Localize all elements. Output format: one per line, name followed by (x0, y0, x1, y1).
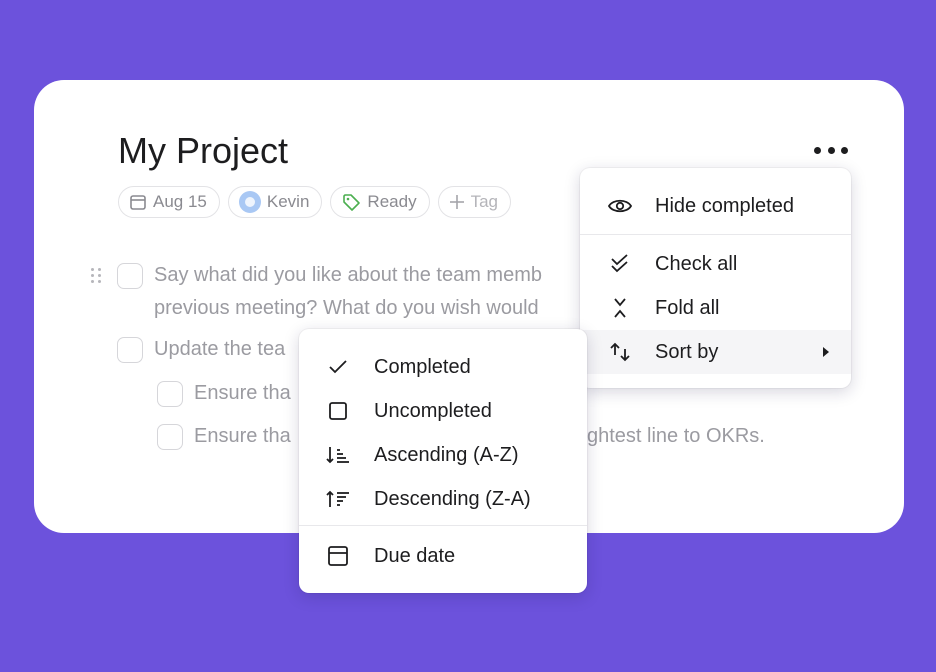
menu-divider (580, 234, 851, 235)
tag-icon (343, 194, 361, 211)
status-chip[interactable]: Ready (330, 186, 430, 218)
menu-divider (299, 525, 587, 526)
calendar-icon (324, 542, 352, 570)
square-icon (324, 397, 352, 425)
menu-item-label: Fold all (655, 296, 720, 319)
sort-ascending-icon (324, 441, 352, 469)
more-options-button[interactable] (814, 140, 848, 160)
menu-item-hide-completed[interactable]: Hide completed (580, 184, 851, 228)
avatar (238, 191, 261, 213)
subtask-text[interactable]: Ensure tha (194, 377, 291, 410)
plus-icon (449, 195, 464, 209)
sort-submenu: Completed Uncompleted Ascending (A-Z) De… (299, 329, 587, 593)
sort-item-label: Due date (374, 544, 456, 567)
sort-item-uncompleted[interactable]: Uncompleted (299, 389, 587, 433)
assignee-chip[interactable]: Kevin (227, 186, 323, 218)
project-chips: Aug 15 Kevin Ready Tag (118, 186, 511, 218)
drag-handle-icon[interactable] (91, 268, 103, 284)
date-chip[interactable]: Aug 15 (118, 186, 220, 218)
menu-item-sort-by[interactable]: Sort by (580, 330, 851, 374)
sort-item-ascending[interactable]: Ascending (A-Z) (299, 433, 587, 477)
double-check-icon (606, 250, 634, 278)
date-chip-label: Aug 15 (153, 192, 207, 211)
sort-item-descending[interactable]: Descending (Z-A) (299, 477, 587, 521)
sort-item-label: Completed (374, 355, 471, 378)
sort-item-label: Descending (Z-A) (374, 487, 531, 510)
status-chip-label: Ready (367, 192, 417, 211)
add-tag-label: Tag (470, 192, 498, 211)
page-title: My Project (118, 130, 289, 171)
menu-item-label: Check all (655, 252, 738, 275)
subtask-text[interactable]: Ensure tha (194, 420, 291, 453)
menu-item-check-all[interactable]: Check all (580, 242, 851, 286)
sort-item-label: Ascending (A-Z) (374, 443, 519, 466)
subtask-item: Ensure tha (157, 424, 291, 453)
subtask-item: Ensure tha (157, 381, 291, 410)
task-checkbox[interactable] (117, 263, 143, 289)
calendar-icon (130, 195, 146, 210)
task-text[interactable]: Say what did you like about the team mem… (154, 259, 542, 325)
check-icon (324, 353, 352, 381)
menu-item-fold-all[interactable]: Fold all (580, 286, 851, 330)
sort-item-label: Uncompleted (374, 399, 492, 422)
add-tag-chip[interactable]: Tag (437, 186, 511, 218)
task-text[interactable]: Update the tea (154, 333, 285, 366)
subtask-checkbox[interactable] (157, 381, 183, 407)
eye-icon (606, 192, 634, 220)
fold-icon (606, 294, 634, 322)
sort-descending-icon (324, 485, 352, 513)
task-item: Say what did you like about the team mem… (117, 263, 542, 325)
subtask-text-tail: ghtest line to OKRs. (587, 425, 765, 447)
options-menu: Hide completed Check all Fold all Sort b… (580, 168, 851, 388)
more-horizontal-icon (814, 146, 821, 154)
sort-item-completed[interactable]: Completed (299, 345, 587, 389)
task-checkbox[interactable] (117, 337, 143, 363)
sort-item-due-date[interactable]: Due date (299, 534, 587, 578)
chevron-right-icon (823, 347, 829, 357)
sort-icon (606, 338, 634, 366)
menu-item-label: Hide completed (655, 194, 794, 217)
assignee-chip-label: Kevin (266, 192, 310, 211)
task-item: Update the tea (117, 337, 285, 366)
menu-item-label: Sort by (655, 340, 719, 363)
subtask-checkbox[interactable] (157, 424, 183, 450)
